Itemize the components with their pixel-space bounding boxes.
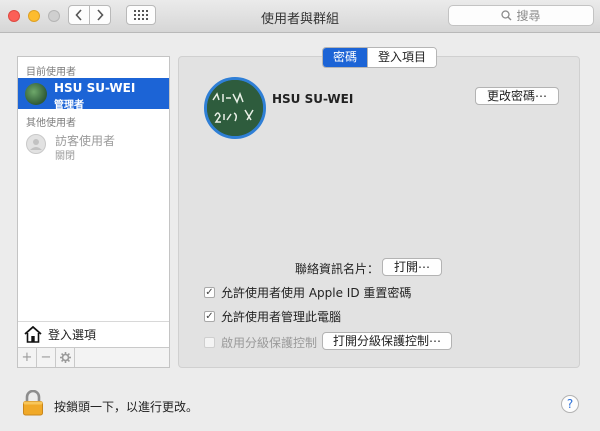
allow-admin-checkbox[interactable]: ✓: [204, 311, 215, 322]
enable-parental-controls-option: 啟用分級保護控制: [204, 334, 317, 351]
tab-login-items[interactable]: 登入項目: [367, 48, 437, 67]
login-options-item[interactable]: 登入選項: [18, 321, 169, 346]
user-role: 管理者: [54, 100, 84, 111]
grid-icon: [134, 10, 148, 20]
current-users-heading: 目前使用者: [26, 67, 76, 78]
tab-bar: 密碼 登入項目: [322, 47, 438, 68]
remove-user-button[interactable]: −: [37, 348, 56, 367]
user-avatar[interactable]: [204, 77, 266, 139]
guest-avatar-icon: [26, 134, 46, 154]
sidebar-item-current-user[interactable]: HSU SU-WEI 管理者: [18, 78, 169, 111]
search-icon: [501, 10, 512, 21]
allow-apple-id-reset-label: 允許使用者使用 Apple ID 重置密碼: [221, 286, 412, 300]
change-password-button[interactable]: 更改密碼⋯: [475, 87, 559, 105]
sidebar-toolbar: + −: [18, 347, 169, 367]
title-bar: 使用者與群組 搜尋: [0, 0, 600, 33]
tab-password[interactable]: 密碼: [323, 48, 368, 67]
search-placeholder: 搜尋: [516, 9, 541, 23]
sidebar-item-guest-user[interactable]: 訪客使用者 關閉: [18, 129, 169, 162]
zoom-window-button[interactable]: [48, 10, 60, 22]
action-menu-button[interactable]: [56, 348, 75, 367]
add-user-button[interactable]: +: [18, 348, 37, 367]
close-window-button[interactable]: [8, 10, 20, 22]
house-icon: [24, 325, 42, 343]
allow-apple-id-reset-checkbox[interactable]: ✓: [204, 287, 215, 298]
avatar: [25, 83, 47, 105]
allow-apple-id-reset-option[interactable]: ✓ 允許使用者使用 Apple ID 重置密碼: [204, 284, 411, 301]
allow-admin-option[interactable]: ✓ 允許使用者管理此電腦: [204, 308, 341, 325]
forward-button[interactable]: [89, 5, 111, 25]
users-sidebar: 目前使用者 HSU SU-WEI 管理者 其他使用者 訪客使用者 關閉 登入選項…: [17, 56, 170, 368]
chevron-left-icon: [75, 9, 82, 21]
allow-admin-label: 允許使用者管理此電腦: [221, 310, 342, 324]
user-full-name: HSU SU-WEI: [272, 92, 354, 106]
show-all-button[interactable]: [126, 5, 156, 25]
search-field[interactable]: 搜尋: [448, 5, 594, 26]
gear-icon: [59, 352, 71, 363]
lock-icon: [23, 389, 43, 416]
back-button[interactable]: [68, 5, 90, 25]
user-name: HSU SU-WEI: [54, 81, 136, 95]
enable-parental-controls-checkbox: [204, 337, 215, 348]
guest-user-status: 關閉: [55, 151, 75, 162]
preferences-window: 使用者與群組 搜尋 目前使用者 HSU SU-WEI 管理者 其他使用者 訪客使…: [0, 0, 600, 431]
login-options-label: 登入選項: [48, 327, 97, 342]
open-contact-card-button[interactable]: 打開⋯: [382, 258, 442, 276]
lock-button[interactable]: [22, 389, 44, 419]
minimize-window-button[interactable]: [28, 10, 40, 22]
other-users-heading: 其他使用者: [26, 118, 76, 129]
lock-instructions: 按鎖頭一下，以進行更改。: [54, 400, 199, 414]
help-button[interactable]: ?: [561, 395, 579, 413]
contact-card-label: 聯絡資訊名片：: [295, 262, 380, 276]
enable-parental-controls-label: 啟用分級保護控制: [221, 336, 318, 350]
open-parental-controls-button[interactable]: 打開分級保護控制⋯: [322, 332, 452, 350]
chevron-right-icon: [97, 9, 104, 21]
window-title: 使用者與群組: [260, 12, 339, 27]
